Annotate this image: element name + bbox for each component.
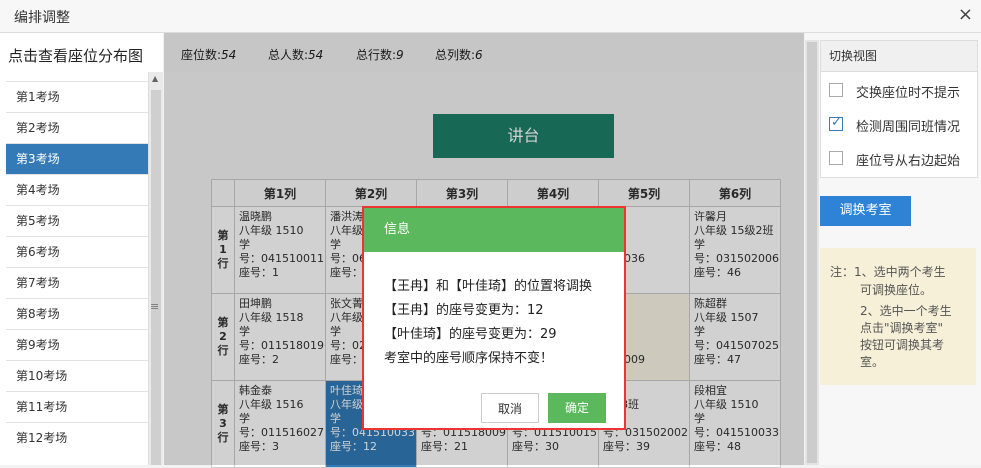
- note-line: 按钮可调换其考: [860, 338, 945, 352]
- options-scrollbar[interactable]: [805, 40, 819, 465]
- room-item[interactable]: 第12考场: [6, 422, 148, 453]
- scrollbar-thumb[interactable]: [807, 42, 817, 463]
- note-line: 注：1、选中两个考生: [830, 265, 946, 279]
- window-title: 编排调整: [14, 10, 70, 26]
- checkbox-icon[interactable]: [829, 151, 843, 165]
- dialog-message-line: 【王冉】的座号变更为：12: [384, 303, 544, 318]
- room-item[interactable]: 第5考场: [6, 205, 148, 236]
- note-line: 2、选中一个考生: [860, 304, 952, 318]
- room-item[interactable]: 第3考场: [6, 143, 148, 174]
- dialog-message-line: 【叶佳琦】的座号变更为：29: [384, 327, 557, 342]
- cancel-button[interactable]: 取消: [481, 393, 539, 423]
- close-icon[interactable]: ×: [958, 4, 973, 25]
- switch-room-button[interactable]: 调换考室: [820, 196, 911, 226]
- scroll-up-icon[interactable]: ▲: [152, 74, 158, 83]
- confirm-button[interactable]: 确定: [548, 393, 606, 423]
- note-line: 点击"调换考室": [860, 321, 944, 335]
- room-panel-heading: 点击查看座位分布图: [8, 47, 144, 65]
- room-item[interactable]: 第2考场: [6, 112, 148, 143]
- note-line: 可调换座位。: [860, 283, 933, 297]
- dialog-title: 信息: [364, 208, 624, 252]
- room-item[interactable]: 第9考场: [6, 329, 148, 360]
- splitter-handle-left[interactable]: ≡: [150, 300, 159, 313]
- view-options-box: 切换视图 交换座位时不提示 检测周围同班情况 座位号从右边起始: [820, 40, 978, 178]
- help-note: 注：1、选中两个考生 可调换座位。 2、选中一个考生 点击"调换考室" 按钮可调…: [820, 248, 976, 385]
- room-item[interactable]: 第8考场: [6, 298, 148, 329]
- view-header: 切换视图: [821, 41, 977, 72]
- room-item[interactable]: 第6考场: [6, 236, 148, 267]
- note-line: 室。: [860, 355, 885, 369]
- room-list: 第1考场 第2考场 第3考场 第4考场 第5考场 第6考场 第7考场 第8考场 第9考场 第10考…: [6, 81, 148, 453]
- dialog-message-line: 考室中的座号顺序保持不变！: [384, 351, 554, 366]
- checkbox-icon[interactable]: [829, 83, 843, 97]
- room-item[interactable]: 第1考场: [6, 81, 148, 112]
- info-dialog: 信息 【王冉】和【叶佳琦】的位置将调换 【王冉】的座号变更为：12 【叶佳琦】的…: [362, 206, 626, 430]
- dialog-message-line: 【王冉】和【叶佳琦】的位置将调换: [384, 279, 593, 294]
- room-item[interactable]: 第7考场: [6, 267, 148, 298]
- scrollbar-thumb[interactable]: [151, 90, 161, 465]
- room-item[interactable]: 第4考场: [6, 174, 148, 205]
- checkbox-icon[interactable]: [829, 115, 843, 131]
- room-item[interactable]: 第11考场: [6, 391, 148, 422]
- room-list-scrollbar[interactable]: ▲: [148, 72, 163, 465]
- room-item[interactable]: 第10考场: [6, 360, 148, 391]
- title-bar: 编排调整 ×: [0, 0, 981, 33]
